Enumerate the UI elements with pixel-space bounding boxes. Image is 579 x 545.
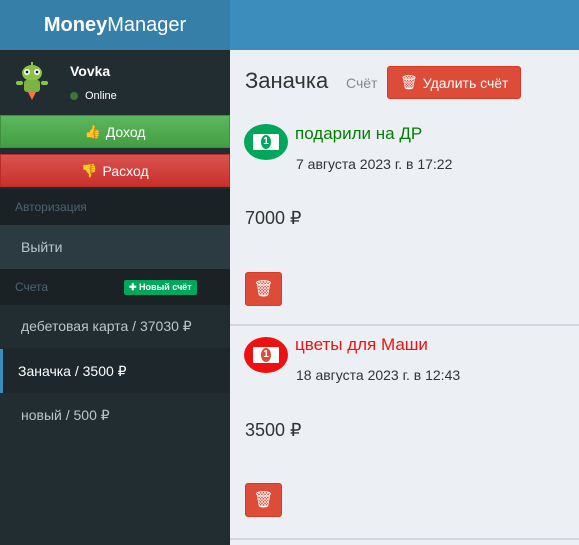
robot-avatar-icon [16,62,48,100]
status-label: Online [85,90,117,102]
sidebar: Vovka Online 👍 Доход 👎 Расход Авторизаци… [0,50,230,545]
transaction-date: 7 августа 2023 г. в 17:22 [296,156,453,172]
logo-rest: Manager [107,13,187,36]
page-title: Заначка [245,68,329,93]
sidebar-item-account[interactable]: Заначка / 3500 ₽ [0,349,230,393]
app-logo[interactable]: Money Manager [0,0,230,50]
money-bill-icon [244,124,288,160]
delete-transaction-button[interactable]: 🗑 [245,483,282,517]
account-label: дебетовая карта / 37030 ₽ [21,318,192,334]
delete-account-button[interactable]: 🗑 Удалить счёт [387,66,522,99]
online-dot-icon [70,92,78,100]
account-label: новый / 500 ₽ [21,406,110,423]
transaction-date: 18 августа 2023 г. в 12:43 [296,367,461,383]
transaction-amount: 3500 ₽ [245,420,302,440]
trash-icon: 🗑 [400,74,418,90]
sidebar-item-account[interactable]: новый / 500 ₽ [0,393,230,437]
page-subtitle: Счёт [346,75,378,91]
delete-account-label: Удалить счёт [422,74,509,91]
transaction-item: подарили на ДР 7 августа 2023 г. в 17:22… [230,114,579,326]
new-account-label: Новый счёт [139,282,192,292]
transaction-item: цветы для Маши 18 августа 2023 г. в 12:4… [230,328,579,540]
logo-bold: Money [43,13,108,36]
auth-header-label: Авторизация [15,200,87,214]
auth-header: Авторизация [0,189,230,225]
income-label: Доход [105,123,146,140]
transaction-name: цветы для Маши [295,335,428,354]
accounts-header: Счета ✚ Новый счёт [0,269,230,305]
user-status: Online [70,90,117,102]
logout-link[interactable]: Выйти [0,225,230,269]
transaction-amount: 7000 ₽ [245,208,302,228]
trash-icon: 🗑 [253,492,274,509]
expense-label: Расход [102,162,149,179]
trash-icon: 🗑 [253,281,274,298]
thumbs-down-icon: 👎 [81,162,98,178]
money-bill-icon [244,337,288,373]
main-content: Заначка Счёт 🗑 Удалить счёт подарили на … [230,50,579,545]
transaction-name: подарили на ДР [295,124,423,143]
user-name: Vovka [70,63,111,79]
delete-transaction-button[interactable]: 🗑 [245,272,282,306]
user-panel: Vovka Online [0,50,230,115]
logout-label: Выйти [21,239,63,255]
sidebar-item-account[interactable]: дебетовая карта / 37030 ₽ [0,305,230,349]
thumbs-up-icon: 👍 [84,123,101,139]
top-navbar [230,0,579,50]
account-label: Заначка / 3500 ₽ [18,362,127,379]
income-button[interactable]: 👍 Доход [0,115,230,148]
expense-button[interactable]: 👎 Расход [0,154,230,187]
accounts-header-label: Счета [15,280,49,294]
new-account-button[interactable]: ✚ Новый счёт [124,280,197,295]
